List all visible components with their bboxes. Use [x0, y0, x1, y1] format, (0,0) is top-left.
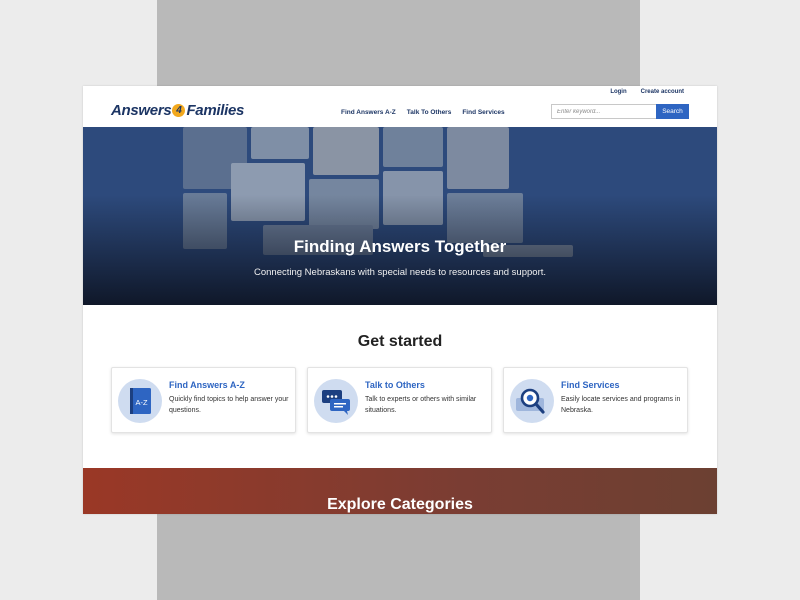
create-account-link[interactable]: Create account: [641, 89, 684, 95]
card-title: Talk to Others: [365, 380, 425, 390]
book-icon: A-Z: [118, 379, 162, 423]
card-text: Talk to experts or others with similar s…: [365, 396, 477, 414]
explore-categories-section: Explore Categories: [83, 468, 717, 514]
site-logo[interactable]: Answers 4 Families: [111, 102, 244, 119]
login-link[interactable]: Login: [610, 89, 626, 95]
chat-bubbles-icon: [314, 379, 358, 423]
search-input[interactable]: [551, 104, 656, 119]
hero-banner: Finding Answers Together Connecting Nebr…: [83, 127, 717, 305]
site-header: Login Create account Answers 4 Families …: [83, 86, 717, 127]
hero-title: Finding Answers Together: [293, 237, 507, 256]
card-text: Quickly find topics to help answer your …: [169, 396, 289, 414]
utility-nav: Login Create account: [610, 89, 684, 95]
nav-find-services[interactable]: Find Services: [462, 109, 504, 116]
logo-number-badge: 4: [172, 104, 186, 117]
book-icon-label: A-Z: [135, 398, 148, 407]
get-started-section: Get started A-Z Find Answers A-Z Quickly…: [83, 305, 717, 468]
nav-talk-to-others[interactable]: Talk To Others: [407, 109, 452, 116]
logo-text-left: Answers: [111, 102, 172, 119]
explore-title: Explore Categories: [327, 496, 473, 513]
card-title: Find Answers A-Z: [169, 380, 245, 390]
search-form: Search: [551, 104, 689, 119]
card-talk-to-others[interactable]: Talk to Others Talk to experts or others…: [307, 367, 492, 433]
get-started-title: Get started: [357, 333, 443, 350]
hero-subtitle: Connecting Nebraskans with special needs…: [253, 267, 547, 278]
website-page: Login Create account Answers 4 Families …: [83, 86, 717, 514]
magnifier-map-icon: [510, 379, 554, 423]
card-title: Find Services: [561, 380, 620, 390]
nav-find-answers[interactable]: Find Answers A-Z: [341, 109, 396, 116]
card-find-answers[interactable]: A-Z Find Answers A-Z Quickly find topics…: [111, 367, 296, 433]
logo-text-right: Families: [186, 102, 245, 119]
main-nav: Find Answers A-Z Talk To Others Find Ser…: [341, 109, 505, 116]
card-find-services[interactable]: Find Services Easily locate services and…: [503, 367, 688, 433]
search-button[interactable]: Search: [656, 104, 689, 119]
card-text: Easily locate services and programs in N…: [561, 396, 681, 414]
